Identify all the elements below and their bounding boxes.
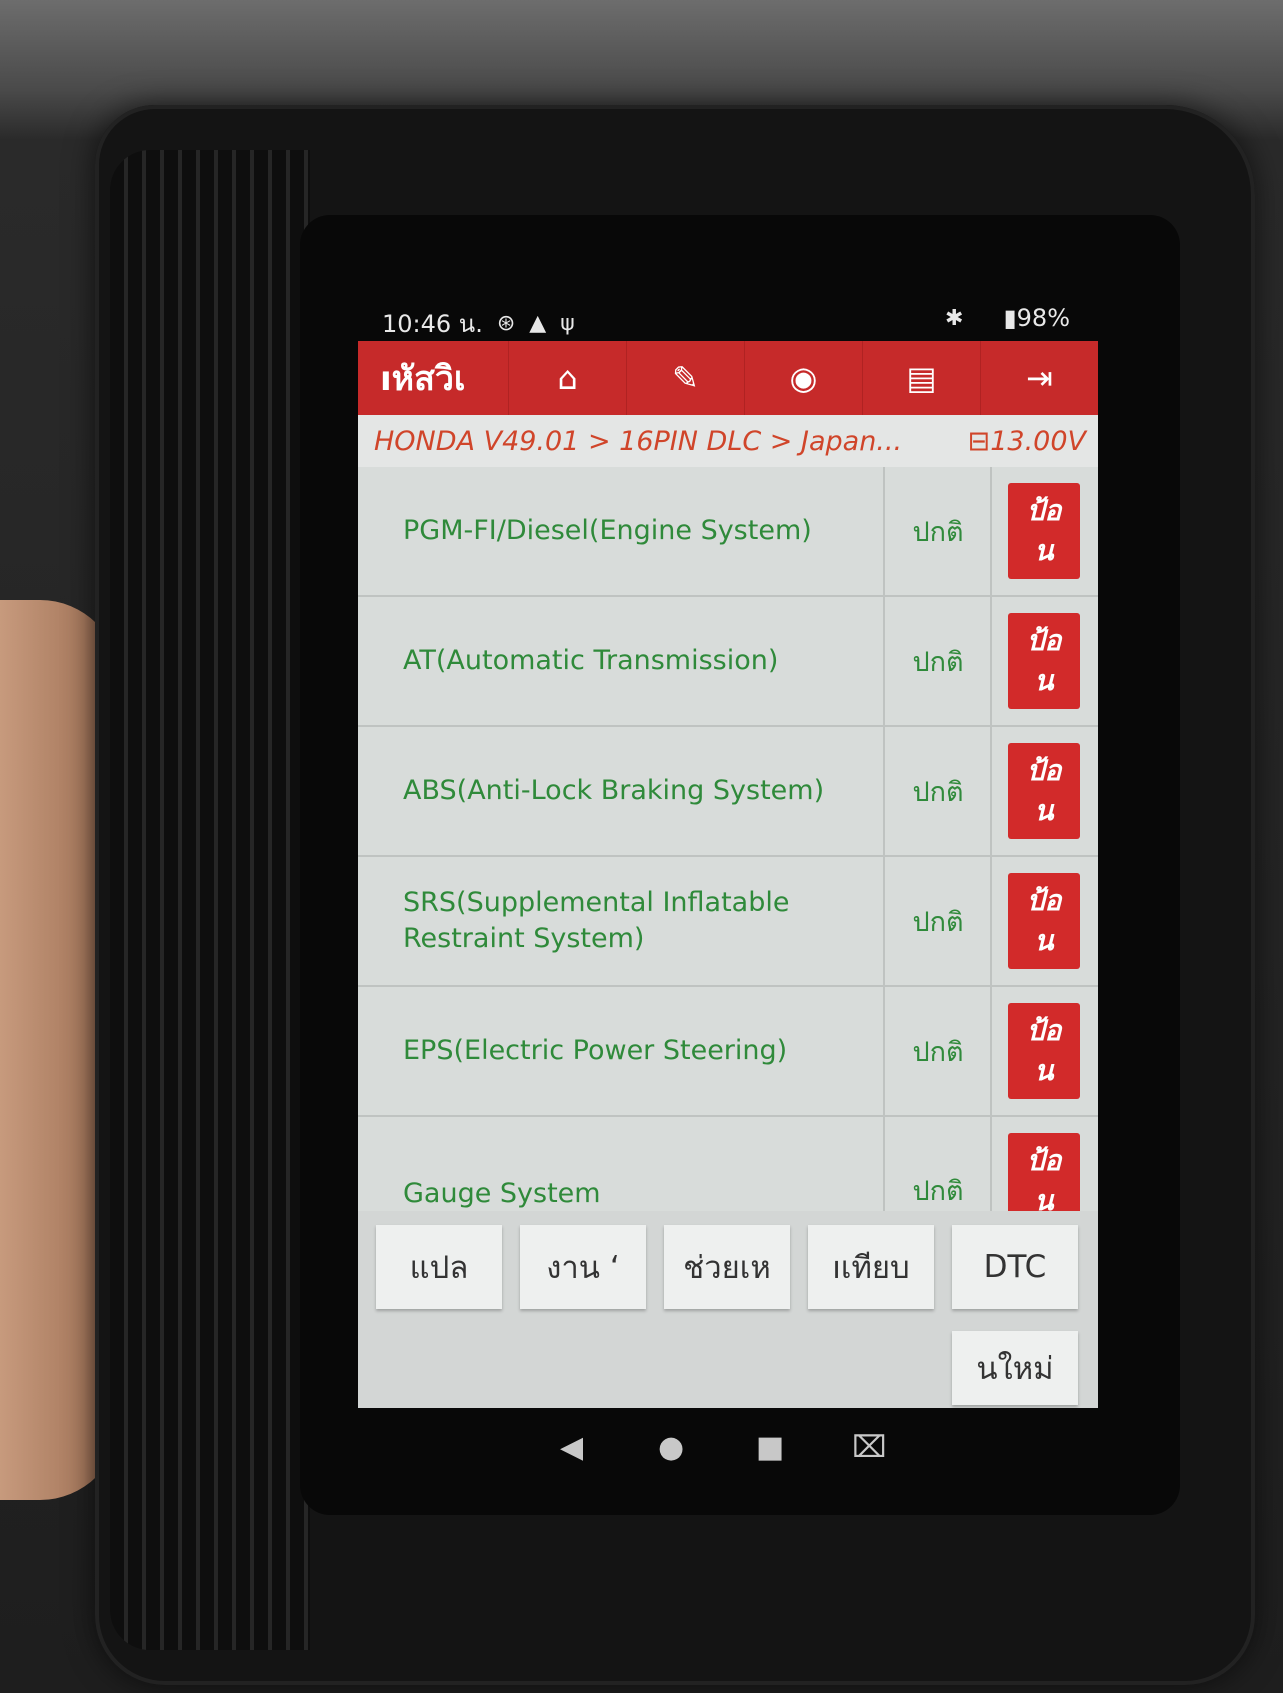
system-status: ปกติ: [912, 776, 964, 808]
print-button[interactable]: ▤: [862, 341, 980, 415]
column-divider: [883, 1117, 885, 1211]
home-nav-icon[interactable]: ●: [658, 1430, 684, 1465]
column-divider: [990, 987, 992, 1115]
column-divider: [883, 987, 885, 1115]
system-status: ปกติ: [912, 646, 964, 678]
toolbar: ıหัสวิเ ⌂ ✎ ◉ ▤ ⇥: [358, 341, 1098, 415]
profile-button[interactable]: ◉: [744, 341, 862, 415]
status-bar: 10:46 น. ⊛ ▲ ψ ✱ ▮98%: [360, 298, 1070, 340]
bluetooth-settings-icon: ⊛: [496, 311, 516, 336]
bottom-button-1[interactable]: แปล: [376, 1225, 502, 1309]
system-list: PGM-FI/Diesel(Engine System) ปกติ ป้อน A…: [358, 467, 1098, 1211]
home-icon: ⌂: [557, 359, 578, 397]
enter-button[interactable]: ป้อน: [1008, 483, 1080, 579]
bottom-button-2[interactable]: งาน ʻ: [520, 1225, 646, 1309]
enter-button[interactable]: ป้อน: [1008, 1003, 1080, 1099]
system-status: ปกติ: [912, 906, 964, 938]
column-divider: [883, 597, 885, 725]
column-divider: [883, 467, 885, 595]
back-icon[interactable]: ◀: [560, 1430, 583, 1465]
screenshot-icon[interactable]: ⌧: [852, 1430, 887, 1465]
system-row[interactable]: PGM-FI/Diesel(Engine System) ปกติ ป้อน: [358, 467, 1098, 597]
system-row[interactable]: AT(Automatic Transmission) ปกติ ป้อน: [358, 597, 1098, 727]
system-row[interactable]: ABS(Anti-Lock Braking System) ปกติ ป้อน: [358, 727, 1098, 857]
bluetooth-icon: ✱: [945, 305, 964, 331]
system-name: AT(Automatic Transmission): [403, 645, 779, 676]
system-row[interactable]: EPS(Electric Power Steering) ปกติ ป้อน: [358, 987, 1098, 1117]
status-time: 10:46 น.: [382, 310, 483, 338]
voltage-readout: ⊟13.00V: [968, 426, 1086, 457]
column-divider: [990, 857, 992, 985]
system-status: ปกติ: [912, 516, 964, 548]
column-divider: [990, 467, 992, 595]
enter-button[interactable]: ป้อน: [1008, 613, 1080, 709]
recents-icon[interactable]: ■: [756, 1430, 784, 1465]
edit-icon: ✎: [672, 359, 699, 397]
breadcrumb-path: HONDA V49.01 > 16PIN DLC > Japan...: [374, 425, 903, 457]
column-divider: [990, 727, 992, 855]
enter-button[interactable]: ป้อน: [1008, 743, 1080, 839]
column-divider: [990, 1117, 992, 1211]
voltage-value: 13.00V: [990, 425, 1086, 457]
breadcrumb: HONDA V49.01 > 16PIN DLC > Japan... ⊟13.…: [358, 415, 1098, 467]
bottom-button-3[interactable]: ช่วยเห: [664, 1225, 790, 1309]
android-nav-bar: ◀ ● ■ ⌧: [540, 1420, 900, 1480]
exit-button[interactable]: ⇥: [980, 341, 1098, 415]
system-name: PGM-FI/Diesel(Engine System): [403, 515, 812, 546]
bottom-button-4[interactable]: ıเทียบ: [808, 1225, 934, 1309]
exit-icon: ⇥: [1026, 359, 1053, 397]
system-status: ปกติ: [912, 1176, 964, 1207]
column-divider: [883, 727, 885, 855]
system-row[interactable]: SRS(Supplemental Inflatable Restraint Sy…: [358, 857, 1098, 987]
enter-button[interactable]: ป้อน: [1008, 1133, 1080, 1211]
usb-icon: ψ: [560, 311, 575, 336]
battery-indicator: ▮98%: [1003, 304, 1070, 332]
profile-icon: ◉: [789, 359, 818, 397]
system-name: SRS(Supplemental Inflatable Restraint Sy…: [403, 887, 790, 954]
bottom-action-bar: แปล งาน ʻ ช่วยเห ıเทียบ DTC นใหม่: [358, 1211, 1098, 1408]
toolbar-title: ıหัสวิเ: [380, 359, 466, 399]
system-name: ABS(Anti-Lock Braking System): [403, 775, 825, 806]
system-name: EPS(Electric Power Steering): [403, 1035, 788, 1066]
system-status: ปกติ: [912, 1036, 964, 1068]
dtc-button[interactable]: DTC: [952, 1225, 1078, 1309]
edit-button[interactable]: ✎: [626, 341, 744, 415]
column-divider: [883, 857, 885, 985]
battery-voltage-icon: ⊟: [967, 425, 991, 457]
enter-button[interactable]: ป้อน: [1008, 873, 1080, 969]
print-icon: ▤: [906, 359, 937, 397]
app-screen: ıหัสวิเ ⌂ ✎ ◉ ▤ ⇥ HONDA V49.01 > 16PIN D…: [358, 341, 1098, 1408]
column-divider: [990, 597, 992, 725]
warning-icon: ▲: [529, 311, 547, 336]
system-row[interactable]: Gauge System ปกติ ป้อน: [358, 1117, 1098, 1211]
system-name: Gauge System: [403, 1178, 601, 1209]
battery-level: 98%: [1016, 304, 1070, 332]
home-button[interactable]: ⌂: [508, 341, 626, 415]
bottom-button-6[interactable]: นใหม่: [952, 1331, 1078, 1405]
device-grip: [110, 150, 310, 1650]
